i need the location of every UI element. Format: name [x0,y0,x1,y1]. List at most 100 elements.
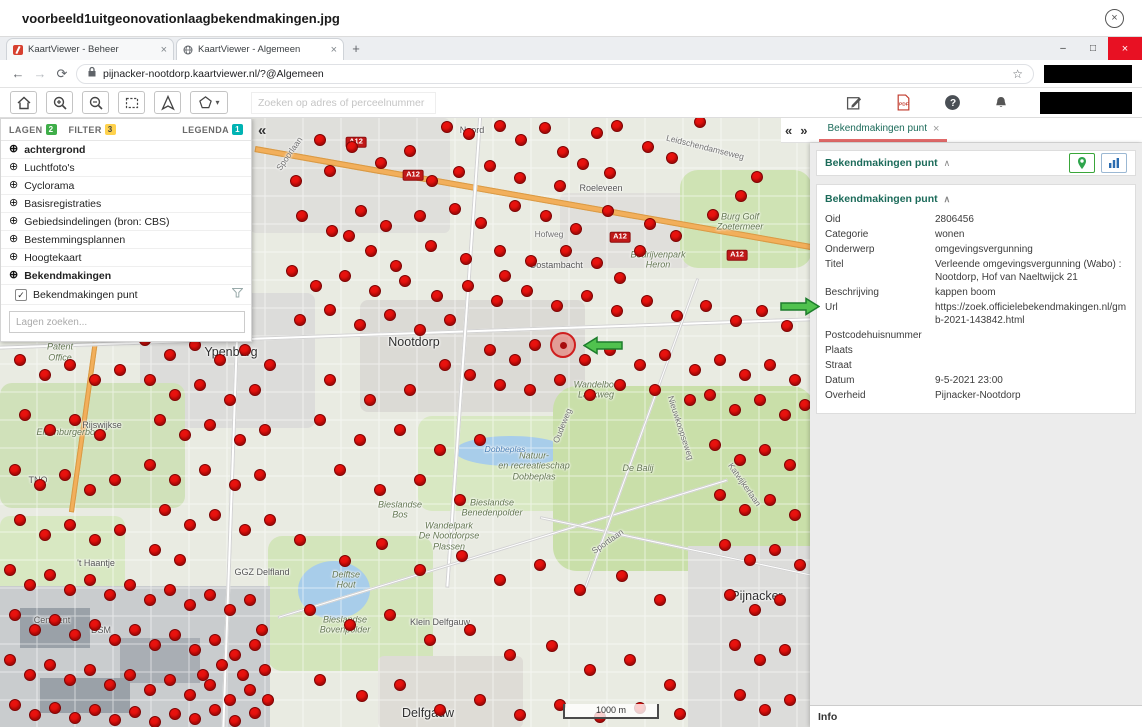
browser-tab-algemeen[interactable]: KaartViewer - Algemeen × [176,38,344,60]
pdf-export-icon[interactable]: PDF [892,92,914,114]
map-marker[interactable] [214,354,226,366]
map-marker[interactable] [310,280,322,292]
map-marker[interactable] [129,624,141,636]
map-marker[interactable] [789,374,801,386]
collapse-caret-icon[interactable]: ∧ [944,194,951,205]
layer-item[interactable]: ⊕Bestemmingsplannen [1,231,251,249]
map-marker[interactable] [64,359,76,371]
map-marker[interactable] [184,519,196,531]
field-value[interactable]: https://zoek.officielebekendmakingen.nl/… [935,301,1127,327]
map-marker[interactable] [334,464,346,476]
filter-funnel-icon[interactable] [232,288,243,301]
map-marker[interactable] [339,270,351,282]
map-marker[interactable] [551,300,563,312]
map-marker[interactable] [759,444,771,456]
map-marker[interactable] [570,223,582,235]
map-marker[interactable] [707,209,719,221]
map-marker[interactable] [14,514,26,526]
map-marker[interactable] [414,324,426,336]
expand-icon[interactable]: ⊕ [9,162,18,173]
map-marker[interactable] [369,285,381,297]
map-marker[interactable] [94,429,106,441]
map-marker[interactable] [649,384,661,396]
map-marker[interactable] [375,157,387,169]
map-marker[interactable] [24,579,36,591]
map-marker[interactable] [509,354,521,366]
map-marker[interactable] [344,619,356,631]
select-polygon-button[interactable]: ▾ [190,91,228,114]
map-marker[interactable] [641,295,653,307]
map-marker[interactable] [149,544,161,556]
map-marker[interactable] [184,689,196,701]
layer-item[interactable]: ⊕Luchtfoto's [1,159,251,177]
expand-icon[interactable]: ⊕ [9,252,18,263]
map-marker[interactable] [394,679,406,691]
map-marker[interactable] [574,584,586,596]
map-marker[interactable] [774,594,786,606]
expand-icon[interactable]: ⊕ [9,270,18,281]
map-marker[interactable] [189,713,201,725]
map-marker[interactable] [365,245,377,257]
map-marker[interactable] [326,225,338,237]
map-marker[interactable] [584,664,596,676]
map-marker[interactable] [739,369,751,381]
map-marker[interactable] [262,694,274,706]
map-marker[interactable] [364,394,376,406]
map-marker[interactable] [424,634,436,646]
map-marker[interactable] [464,369,476,381]
map-marker[interactable] [124,579,136,591]
panel-collapse-right-icon[interactable]: » [796,123,811,138]
result-tab-bekendmakingen-punt[interactable]: Bekendmakingen punt × [819,118,947,142]
map-marker[interactable] [730,315,742,327]
map-marker[interactable] [199,464,211,476]
map-marker[interactable] [666,152,678,164]
map-marker[interactable] [164,674,176,686]
map-marker[interactable] [463,128,475,140]
restore-button[interactable]: □ [1078,37,1108,60]
map-marker[interactable] [84,574,96,586]
map-marker[interactable] [614,272,626,284]
map-marker[interactable] [197,669,209,681]
expand-icon[interactable]: ⊕ [9,180,18,191]
map-marker[interactable] [189,644,201,656]
map-marker[interactable] [254,469,266,481]
map-marker[interactable] [144,374,156,386]
map-marker[interactable] [734,454,746,466]
map-marker[interactable] [529,339,541,351]
map-marker[interactable] [39,369,51,381]
map-marker[interactable] [729,639,741,651]
map-marker[interactable] [259,424,271,436]
selected-marker[interactable] [550,332,576,358]
zoom-out-button[interactable] [82,91,109,114]
expand-icon[interactable]: ⊕ [9,234,18,245]
map-marker[interactable] [654,594,666,606]
map-marker[interactable] [754,394,766,406]
tab-filter[interactable]: FILTER 3 [69,124,116,135]
close-icon[interactable]: × [1105,9,1124,28]
map-marker[interactable] [209,509,221,521]
map-marker[interactable] [729,404,741,416]
map-marker[interactable] [560,245,572,257]
info-section-header[interactable]: Info [810,705,1142,727]
map-marker[interactable] [414,564,426,576]
map-marker[interactable] [144,594,156,606]
map-marker[interactable] [314,674,326,686]
map-marker[interactable] [44,424,56,436]
map-marker[interactable] [499,270,511,282]
map-marker[interactable] [494,379,506,391]
map-marker[interactable] [304,604,316,616]
map-marker[interactable] [756,305,768,317]
map-marker[interactable] [164,584,176,596]
map-marker[interactable] [169,708,181,720]
map-marker[interactable] [64,584,76,596]
map-marker[interactable] [764,494,776,506]
map-marker[interactable] [434,444,446,456]
map-marker[interactable] [404,145,416,157]
new-tab-button[interactable]: + [346,38,366,58]
map-marker[interactable] [384,309,396,321]
map-marker[interactable] [494,574,506,586]
map-marker[interactable] [764,359,776,371]
map-marker[interactable] [44,569,56,581]
map-marker[interactable] [614,379,626,391]
map-marker[interactable] [49,614,61,626]
